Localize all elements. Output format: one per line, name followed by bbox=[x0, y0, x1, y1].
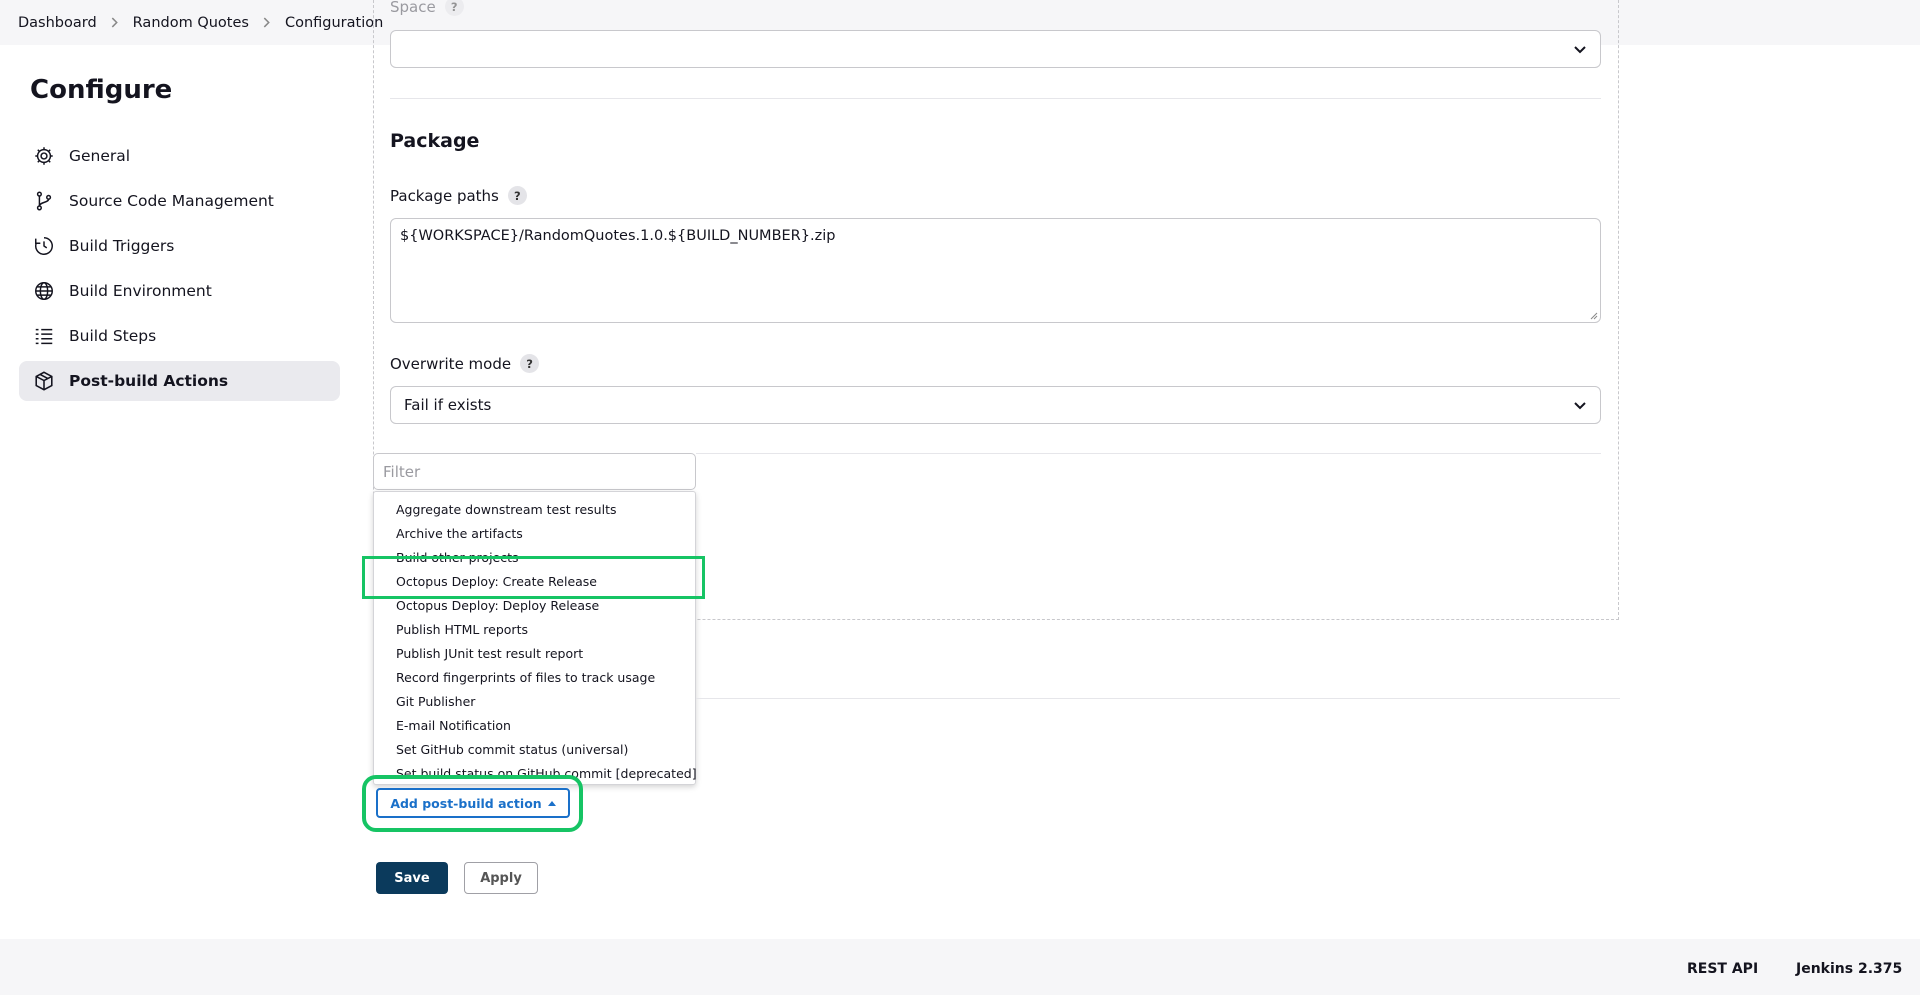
chevron-right-icon bbox=[261, 17, 273, 29]
menu-item-archive-the-artifacts[interactable]: Archive the artifacts bbox=[374, 522, 695, 546]
menu-item-build-other-projects[interactable]: Build other projects bbox=[374, 546, 695, 570]
package-paths-textarea[interactable]: ${WORKSPACE}/RandomQuotes.1.0.${BUILD_NU… bbox=[390, 218, 1601, 323]
package-paths-label: Package paths ? bbox=[390, 186, 527, 205]
gear-icon bbox=[33, 145, 55, 167]
add-post-build-action-button[interactable]: Add post-build action bbox=[376, 788, 570, 818]
menu-item-octopus-deploy-release[interactable]: Octopus Deploy: Deploy Release bbox=[374, 594, 695, 618]
cube-icon bbox=[33, 370, 55, 392]
space-help-button[interactable]: ? bbox=[444, 0, 464, 16]
rest-api-link[interactable]: REST API bbox=[1687, 961, 1758, 977]
overwrite-mode-select[interactable]: Fail if exists bbox=[390, 386, 1601, 424]
divider bbox=[696, 453, 1601, 454]
overwrite-mode-label: Overwrite mode ? bbox=[390, 354, 540, 373]
post-build-action-menu: Aggregate downstream test results Archiv… bbox=[373, 491, 697, 786]
sidebar-item-general[interactable]: General bbox=[19, 136, 340, 176]
caret-up-icon bbox=[547, 800, 556, 806]
space-label: Space ? bbox=[390, 0, 464, 16]
sidebar-item-label: Build Triggers bbox=[69, 237, 175, 255]
divider bbox=[390, 98, 1601, 99]
sidebar-item-label: Build Environment bbox=[69, 282, 212, 300]
jenkins-version-link[interactable]: Jenkins 2.375 bbox=[1796, 961, 1902, 977]
page-title: Configure bbox=[30, 75, 173, 105]
package-paths-label-text: Package paths bbox=[390, 186, 499, 205]
breadcrumb-random-quotes[interactable]: Random Quotes bbox=[133, 15, 249, 31]
overwrite-mode-value: Fail if exists bbox=[404, 396, 492, 414]
resize-handle-icon[interactable] bbox=[1588, 310, 1598, 320]
package-paths-help-button[interactable]: ? bbox=[507, 186, 527, 205]
chevron-down-icon bbox=[1574, 46, 1586, 54]
sidebar-item-label: Source Code Management bbox=[69, 192, 274, 210]
list-icon bbox=[33, 325, 55, 347]
footer: REST API Jenkins 2.375 bbox=[0, 939, 1920, 995]
save-button[interactable]: Save bbox=[376, 862, 448, 894]
menu-item-octopus-create-release[interactable]: Octopus Deploy: Create Release bbox=[374, 570, 695, 594]
apply-button[interactable]: Apply bbox=[464, 862, 538, 894]
branch-icon bbox=[33, 190, 55, 212]
sidebar-item-source-code-management[interactable]: Source Code Management bbox=[19, 181, 340, 221]
package-paths-value: ${WORKSPACE}/RandomQuotes.1.0.${BUILD_NU… bbox=[400, 228, 836, 244]
sidebar-item-label: Build Steps bbox=[69, 327, 157, 345]
menu-item-set-build-status-github-deprecated[interactable]: Set build status on GitHub commit [depre… bbox=[374, 762, 697, 786]
space-label-text: Space bbox=[390, 0, 436, 16]
overwrite-mode-help-button[interactable]: ? bbox=[520, 354, 540, 373]
divider bbox=[696, 698, 1620, 699]
sidebar: General Source Code Management Build Tri… bbox=[19, 136, 340, 406]
breadcrumb-dashboard[interactable]: Dashboard bbox=[18, 15, 97, 31]
menu-item-email-notification[interactable]: E-mail Notification bbox=[374, 714, 695, 738]
menu-item-record-fingerprints[interactable]: Record fingerprints of files to track us… bbox=[374, 666, 695, 690]
chevron-right-icon bbox=[109, 17, 121, 29]
sidebar-item-post-build-actions[interactable]: Post-build Actions bbox=[19, 361, 340, 401]
menu-item-publish-junit-report[interactable]: Publish JUnit test result report bbox=[374, 642, 695, 666]
clock-icon bbox=[33, 235, 55, 257]
menu-item-aggregate-downstream-test-results[interactable]: Aggregate downstream test results bbox=[374, 498, 695, 522]
add-post-build-action-label: Add post-build action bbox=[390, 795, 542, 811]
package-heading: Package bbox=[390, 130, 480, 152]
breadcrumb: Dashboard Random Quotes Configuration bbox=[18, 0, 383, 45]
space-select[interactable] bbox=[390, 30, 1601, 68]
breadcrumb-configuration[interactable]: Configuration bbox=[285, 15, 383, 31]
sidebar-item-label: General bbox=[69, 147, 131, 165]
overwrite-mode-label-text: Overwrite mode bbox=[390, 354, 512, 373]
sidebar-item-build-steps[interactable]: Build Steps bbox=[19, 316, 340, 356]
sidebar-item-build-environment[interactable]: Build Environment bbox=[19, 271, 340, 311]
filter-input[interactable] bbox=[373, 453, 696, 490]
sidebar-item-build-triggers[interactable]: Build Triggers bbox=[19, 226, 340, 266]
menu-item-set-github-commit-status[interactable]: Set GitHub commit status (universal) bbox=[374, 738, 695, 762]
chevron-down-icon bbox=[1574, 402, 1586, 410]
sidebar-item-label: Post-build Actions bbox=[69, 372, 229, 390]
menu-item-git-publisher[interactable]: Git Publisher bbox=[374, 690, 695, 714]
globe-icon bbox=[33, 280, 55, 302]
menu-item-publish-html-reports[interactable]: Publish HTML reports bbox=[374, 618, 695, 642]
